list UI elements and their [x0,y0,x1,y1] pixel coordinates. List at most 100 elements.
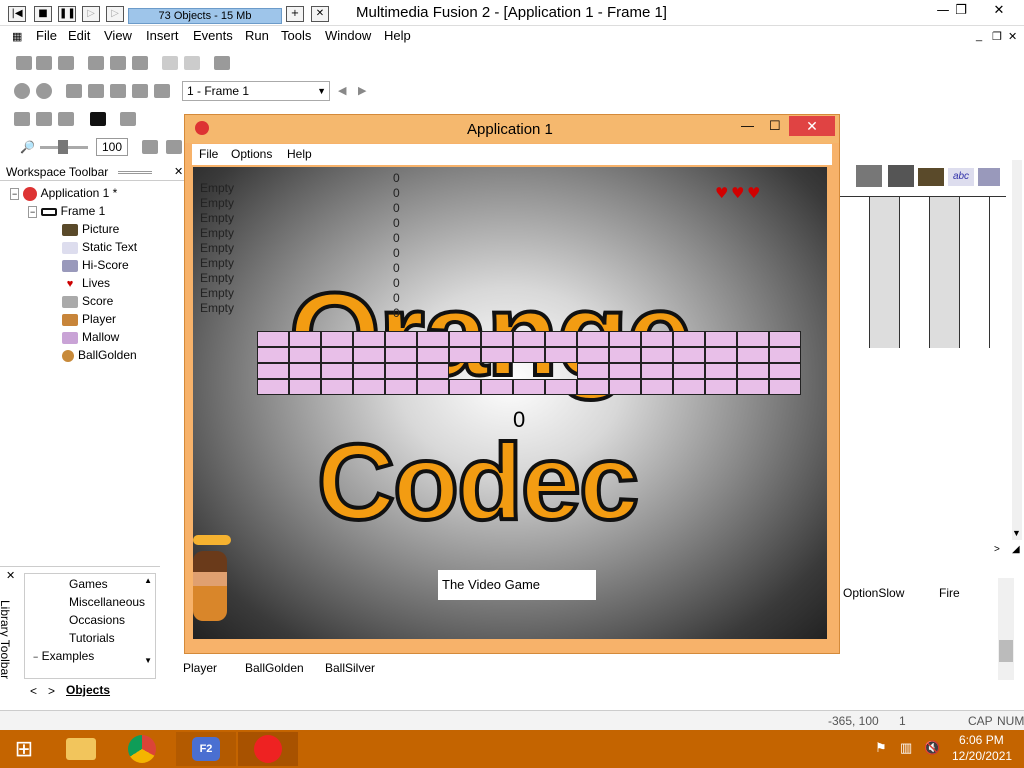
play-button[interactable]: ▷ [82,6,100,22]
menu-edit[interactable]: Edit [68,28,90,43]
restore-button[interactable]: ❐ [946,2,976,20]
collapse-icon[interactable]: − [10,188,20,200]
menu-file[interactable]: File [36,28,57,43]
delete-button[interactable]: ✕ [311,6,329,22]
frame-object-player[interactable]: Player [183,661,217,675]
tree-item-player[interactable]: Player [62,312,116,326]
tab-next-icon[interactable]: > [48,684,55,698]
frame-select[interactable]: 1 - Frame 1 ▼ [182,81,330,101]
app-menu-file[interactable]: File [199,147,218,161]
close-button[interactable]: ✕ [984,2,1014,20]
picture-object-icon[interactable] [918,168,944,186]
library-item-games[interactable]: Games [69,577,108,591]
grid-icon[interactable] [120,112,136,126]
data-elements-icon[interactable] [110,84,126,98]
menu-window[interactable]: Window [325,28,371,43]
tree-item-mallow[interactable]: Mallow [62,330,119,344]
tree-item-lives[interactable]: ♥ Lives [62,276,110,290]
frame-object-ballsilver[interactable]: BallSilver [325,661,375,675]
layers-icon[interactable] [154,84,170,98]
menu-insert[interactable]: Insert [146,28,179,43]
volume-icon[interactable]: 🔇 [924,740,940,756]
tree-item-picture[interactable]: Picture [62,222,119,236]
scrollbar-thumb[interactable] [999,640,1013,662]
copy-icon[interactable] [110,56,126,70]
collapse-icon[interactable]: − [33,652,38,662]
resize-grip-icon[interactable]: ◢ [1012,544,1020,555]
align-center-icon[interactable] [36,112,52,126]
frame-editor-icon[interactable] [36,83,52,99]
tree-item-static-text[interactable]: Static Text [62,240,137,254]
stop-button[interactable]: ■ [34,6,52,22]
menu-tools[interactable]: Tools [281,28,311,43]
cut-icon[interactable] [88,56,104,70]
menu-run[interactable]: Run [245,28,269,43]
library-item-misc[interactable]: Miscellaneous [69,595,145,609]
menu-events[interactable]: Events [193,28,233,43]
app-minimize-button[interactable]: — [741,118,754,133]
first-frame-button[interactable]: |◀ [8,6,26,22]
library-item-tutorials[interactable]: Tutorials [69,631,115,645]
scroll-right-icon[interactable]: > [994,544,1000,555]
flag-icon[interactable]: ⚑ [875,740,887,756]
frame-object-ballgolden[interactable]: BallGolden [245,661,304,675]
close-icon[interactable]: ✕ [6,569,15,582]
app-menu-help[interactable]: Help [287,147,312,161]
game-canvas[interactable]: Orange Codec EmptyEmptyEmptyEmptyEmptyEm… [193,167,827,639]
file-explorer-icon[interactable] [52,732,112,766]
align-left-icon[interactable] [14,112,30,126]
menu-help[interactable]: Help [384,28,411,43]
add-button[interactable]: + [286,6,304,22]
chrome-icon[interactable] [114,732,174,766]
app-menu-options[interactable]: Options [231,147,272,161]
menu-view[interactable]: View [104,28,132,43]
storyboard-icon[interactable] [14,83,30,99]
grip-icon[interactable] [118,171,152,174]
close-icon[interactable]: ✕ [174,165,183,178]
zoom-value-field[interactable]: 100 [96,138,128,156]
object-fire[interactable]: Fire [939,586,960,600]
scroll-down-icon[interactable]: ▼ [144,656,152,665]
object-optionslow[interactable]: OptionSlow [843,586,904,600]
paste-icon[interactable] [132,56,148,70]
open-icon[interactable] [36,56,52,70]
event-list-icon[interactable] [88,84,104,98]
event-editor-icon[interactable] [66,84,82,98]
library-item-examples[interactable]: − Examples [33,649,94,663]
mmf2-taskbar-icon[interactable]: F2 [176,732,236,766]
tab-objects[interactable]: Objects [66,683,110,697]
tree-node-application[interactable]: − Application 1 * [10,186,117,201]
fit-icon[interactable] [142,140,158,154]
new-icon[interactable] [16,56,32,70]
align-right-icon[interactable] [58,112,74,126]
clock-time[interactable]: 6:06 PM [959,733,1004,747]
next-frame-icon[interactable]: ▶ [358,84,366,97]
clock-date[interactable]: 12/20/2021 [952,749,1012,763]
comment-icon[interactable] [214,56,230,70]
zoom-slider-thumb[interactable] [58,140,68,154]
app-close-button[interactable]: ✕ [789,116,835,136]
tree-item-score[interactable]: Score [62,294,113,308]
start-button[interactable]: ⊞ [0,732,48,766]
object-icon-1[interactable] [856,165,882,187]
tree-item-hi-score[interactable]: Hi-Score [62,258,129,272]
redo-icon[interactable] [184,56,200,70]
fullscreen-icon[interactable] [166,140,182,154]
tree-item-ballgolden[interactable]: BallGolden [62,348,137,362]
app-running-icon[interactable] [238,732,298,766]
mdi-minimize-icon[interactable]: _ [976,30,982,42]
list-object-icon[interactable] [978,168,1000,186]
undo-icon[interactable] [162,56,178,70]
pause-button[interactable]: ❚❚ [58,6,76,22]
network-icon[interactable]: ▥ [900,740,912,756]
library-item-occasions[interactable]: Occasions [69,613,125,627]
tab-prev-icon[interactable]: < [30,684,37,698]
object-icon-2[interactable] [888,165,914,187]
vertical-scrollbar[interactable] [1012,160,1022,540]
black-square-icon[interactable] [90,112,106,126]
scroll-down-icon[interactable]: ▼ [1012,528,1021,538]
text-object-icon[interactable]: abc [948,168,974,186]
document-icon[interactable]: ▦ [12,30,22,43]
mdi-close-icon[interactable]: ✕ [1008,30,1017,43]
app-maximize-button[interactable]: ☐ [769,118,781,134]
